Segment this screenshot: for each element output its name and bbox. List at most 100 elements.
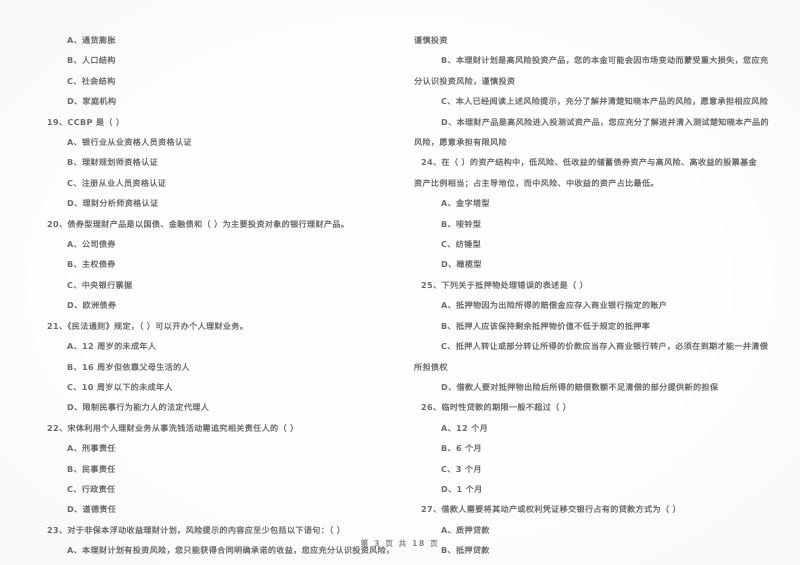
right-wrapped-text: 风险，愿意承担有限风险 [414,132,744,152]
right-question-option-text: D、橄榄型 [441,259,482,270]
left-question-option-text: D、家庭机构 [67,96,117,107]
left-question-option-text: C、注册从业人员资格认证 [67,177,167,188]
left-question-option: B、16 周岁但依靠父母生活的人 [40,357,380,377]
left-question-option-text: C、10 周岁以下的未成年人 [67,381,173,392]
right-question-option: C、本人已经阅读上述风险提示，充分了解并清楚知晓本产品的风险，愿意承担相应风险 [414,91,768,111]
page-number-text: 第 3 页 共 18 页 [360,539,440,548]
left-question-stem-text: 21、《民法通则》规定，（ ）可以开办个人理财业务。 [47,320,249,331]
right-question-option-text: B、6 个月 [441,443,483,454]
right-wrapped-text-text: 谨慎投资 [414,35,448,45]
left-question-option: B、人口结构 [40,50,380,70]
left-question-option: C、注册从业人员资格认证 [40,173,380,193]
right-question-option: A、12 个月 [414,418,744,438]
right-question-stem: 24、在（ ）的资产结构中，低风险、低收益的储蓄债券资产与高风险、高收益的股票基… [414,152,757,172]
left-question-option-text: B、人口结构 [67,55,116,66]
left-question-option-text: D、道德责任 [67,504,117,515]
right-question-option: C、纺锤型 [414,234,744,254]
right-wrapped-text: 资产比例相当；占主导地位，而中风险、中收益的资产占比最低。 [414,173,744,193]
right-question-option-text: A、抵押物因为出险所得的赔偿金应存入商业银行指定的账户 [441,300,668,311]
right-question-option: C、3 个月 [414,459,744,479]
left-question-option: D、道德责任 [40,499,380,519]
left-question-option: D、限制民事行为能力人的法定代理人 [40,397,380,417]
right-question-option: C、抵押人转让或部分转让所得的价款应当存入商业银行转户，必须在到期才能一并清偿 [414,336,768,356]
left-question-option-text: A、刑事责任 [67,443,116,454]
right-wrapped-text-text: 分认识投资风险，谨慎投资 [414,75,516,86]
right-question-option: D、1 个月 [414,479,744,499]
left-question-option-text: C、中央银行票据 [67,279,133,290]
left-question-stem: 20、债券型理财产品是以国债、金融债和（ ）为主要投资对象的银行理财产品。 [40,214,380,234]
right-question-stem-text: 24、在（ ）的资产结构中，低风险、低收益的储蓄债券资产与高风险、高收益的股票基… [421,157,757,168]
left-question-option: A、通货膨胀 [40,30,380,50]
left-question-option-text: D、理财分析师资格认证 [67,198,159,209]
left-question-option: C、行政责任 [40,479,380,499]
left-question-option: C、社会结构 [40,71,380,91]
left-question-option-text: A、通货膨胀 [67,35,116,45]
right-question-option-text: C、抵押人转让或部分转让所得的价款应当存入商业银行转户，必须在到期才能一并清偿 [441,341,769,352]
right-question-option-text: B、抵押人应该保持剩余抵押物价值不低于规定的抵押率 [441,320,651,331]
right-wrapped-text: 分认识投资风险，谨慎投资 [414,71,744,91]
right-question-option-text: C、纺锤型 [441,239,482,250]
left-question-stem: 21、《民法通则》规定，（ ）可以开办个人理财业务。 [40,316,380,336]
right-question-stem-text: 26、临时性贷款的期限一般不超过（ ） [421,402,572,413]
left-question-option-text: C、社会结构 [67,75,116,86]
exam-question-columns: A、通货膨胀 B、人口结构 C、社会结构 D、家庭机构 19、CCBP 是（ ） A、银行… [0,0,800,565]
left-question-option: D、家庭机构 [40,91,380,111]
right-question-option-text: C、3 个月 [441,463,482,474]
left-question-stem-text: 20、债券型理财产品是以国债、金融债和（ ）为主要投资对象的银行理财产品。 [47,218,350,229]
right-question-option-text: A、金字塔型 [441,198,490,209]
left-question-option: A、12 周岁的未成年人 [40,336,380,356]
left-question-option-text: B、理财规划师资格认证 [67,157,158,168]
right-question-option-text: D、借款人要对抵押物出险后所得的赔偿数额不足清偿的部分提供新的担保 [441,381,719,392]
right-question-stem-text: 25、下列关于抵押物处理错误的表述是（ ） [421,279,589,290]
right-question-option: B、哑铃型 [414,214,744,234]
right-wrapped-text-text: 所担债权 [414,361,448,372]
left-question-option: B、民事责任 [40,459,380,479]
left-question-option: A、公司债券 [40,234,380,254]
page-footer: 第 3 页 共 18 页 [0,538,800,549]
left-question-option: D、欧洲债券 [40,295,380,315]
left-question-option-text: A、银行业从业资格人员资格认证 [67,137,192,148]
right-question-option: B、本理财计划是高风险投资产品，您的本金可能会因市场变动而蒙受重大损失，您应充 [414,50,768,70]
left-question-stem-text: 19、CCBP 是（ ） [47,116,125,127]
left-question-option-text: C、行政责任 [67,483,116,494]
left-question-option: C、10 周岁以下的未成年人 [40,377,380,397]
left-question-option-text: D、欧洲债券 [67,300,117,311]
scanned-page-sheet: A、通货膨胀 B、人口结构 C、社会结构 D、家庭机构 19、CCBP 是（ ） A、银行… [0,0,800,565]
right-question-stem: 27、借款人需要将其动产或权利凭证移交银行占有的贷款方式为（ ） [414,499,744,519]
right-question-option: A、金字塔型 [414,193,744,213]
left-question-option: B、理财规划师资格认证 [40,152,380,172]
right-text-column: 谨慎投资 B、本理财计划是高风险投资产品，您的本金可能会因市场变动而蒙受重大损失，… [392,30,769,565]
left-question-option-text: B、16 周岁但依靠父母生活的人 [67,361,190,372]
left-question-option: C、中央银行票据 [40,275,380,295]
right-question-option-text: B、哑铃型 [441,218,482,229]
left-question-option: B、主权债券 [40,254,380,274]
left-question-stem: 19、CCBP 是（ ） [40,112,380,132]
right-wrapped-text-text: 风险，愿意承担有限风险 [414,137,507,148]
right-question-option: D、本理财产品是高风险进入投测试资产品，您应充分了解进并清入测试楚知晓本产品的 [414,112,769,132]
left-question-option: A、刑事责任 [40,438,380,458]
left-question-stem-text: 22、宋体利用个人理财业务从事洗钱活动需追究相关责任人的（ ） [47,422,299,433]
left-question-option-text: B、主权债券 [67,259,116,270]
right-question-option-text: D、1 个月 [441,483,483,494]
left-question-stem: 22、宋体利用个人理财业务从事洗钱活动需追究相关责任人的（ ） [40,418,380,438]
right-question-stem: 26、临时性贷款的期限一般不超过（ ） [414,397,744,417]
right-question-stem-text: 27、借款人需要将其动产或权利凭证移交银行占有的贷款方式为（ ） [421,504,682,515]
right-question-option: D、借款人要对抵押物出险后所得的赔偿数额不足清偿的部分提供新的担保 [414,377,744,397]
right-question-option-text: C、本人已经阅读上述风险提示，充分了解并清楚知晓本产品的风险，愿意承担相应风险 [441,96,769,107]
left-text-column: A、通货膨胀 B、人口结构 C、社会结构 D、家庭机构 19、CCBP 是（ ） A、银行… [40,30,394,565]
right-question-option: B、抵押人应该保持剩余抵押物价值不低于规定的抵押率 [414,316,744,336]
right-question-stem: 25、下列关于抵押物处理错误的表述是（ ） [414,275,744,295]
right-question-option: A、抵押物因为出险所得的赔偿金应存入商业银行指定的账户 [414,295,744,315]
left-question-option: D、理财分析师资格认证 [40,193,380,213]
left-question-option-text: A、公司债券 [67,239,116,250]
right-question-option-text: B、本理财计划是高风险投资产品，您的本金可能会因市场变动而蒙受重大损失，您应充 [441,55,769,66]
right-wrapped-text-text: 资产比例相当；占主导地位，而中风险、中收益的资产占比最低。 [414,177,659,188]
right-question-option-text: A、12 个月 [441,422,489,433]
left-question-option: A、银行业从业资格人员资格认证 [40,132,380,152]
right-question-option: D、橄榄型 [414,254,744,274]
right-question-option: B、6 个月 [414,438,744,458]
left-question-option-text: B、民事责任 [67,463,116,474]
right-question-option-text: D、本理财产品是高风险进入投测试资产品，您应充分了解进并清入测试楚知晓本产品的 [441,116,769,127]
right-wrapped-text: 所担债权 [414,357,744,377]
right-wrapped-text: 谨慎投资 [414,30,744,50]
